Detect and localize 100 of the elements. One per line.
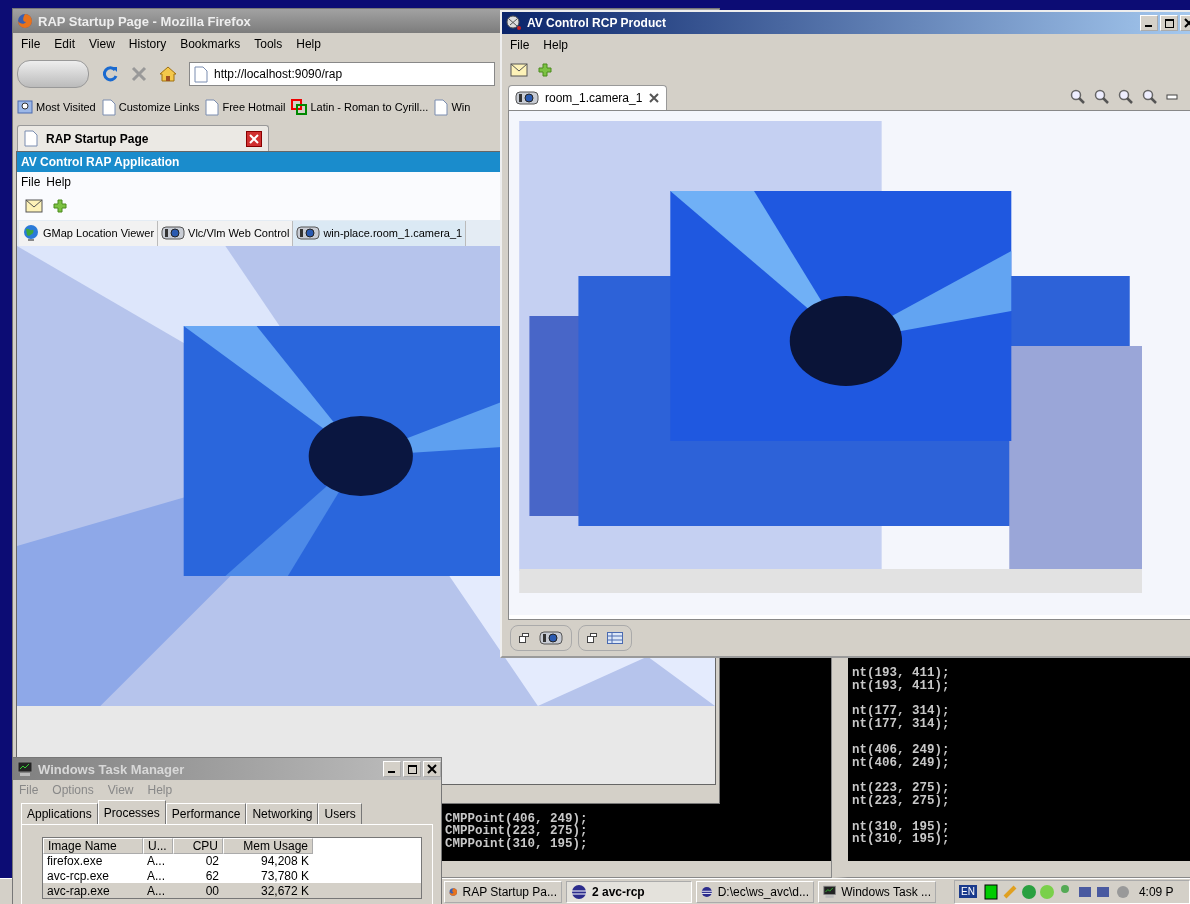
browser-tab[interactable]: RAP Startup Page: [17, 125, 269, 151]
tab[interactable]: Processes: [97, 800, 166, 824]
page-icon: [101, 98, 116, 116]
magnifier-icon[interactable]: [1118, 89, 1134, 105]
table-cell-text: firefox.exe: [46, 853, 104, 868]
envelope-icon[interactable]: [510, 63, 528, 77]
console-line: CMPPoint(406, 249);: [445, 812, 589, 826]
bookmark-link[interactable]: Customize Links: [101, 98, 200, 116]
maximize-icon: [407, 764, 417, 774]
table-cell-text: 73,780 K: [259, 868, 310, 883]
window-title: Windows Task Manager: [38, 761, 185, 777]
sphere-icon: [571, 883, 587, 900]
envelope-icon[interactable]: [25, 199, 43, 213]
table-cell-text: A...: [146, 883, 166, 898]
page-icon: [205, 98, 220, 116]
folder-icon: [17, 100, 33, 114]
monitor-icon: [823, 883, 837, 900]
bookmark-link[interactable]: Free Hotmail: [205, 98, 286, 116]
maximize-button[interactable]: [403, 761, 421, 777]
page-icon: [24, 130, 38, 147]
restore-icon[interactable]: [587, 633, 597, 643]
minimize-button[interactable]: [383, 761, 401, 777]
menu-item[interactable]: Bookmarks: [180, 37, 241, 51]
console-line: nt(193, 411);: [852, 679, 951, 693]
restore-icon[interactable]: [519, 633, 529, 643]
minimize-button[interactable]: [1140, 15, 1158, 31]
taskbar-button[interactable]: D:\ec\ws_avc\d...: [696, 880, 814, 903]
console-line: nt(177, 314);: [852, 718, 951, 731]
tab[interactable]: Users: [318, 803, 362, 824]
taskbar-button[interactable]: RAP Startup Pa...: [444, 880, 562, 903]
camera-icon: [296, 225, 321, 241]
close-icon[interactable]: [648, 91, 661, 104]
table-cell-text: 02: [204, 853, 220, 868]
table-cell-text: avc-rap.exe: [46, 883, 111, 898]
console-line: nt(310, 195);: [852, 833, 951, 847]
column-header[interactable]: CPU: [173, 838, 223, 854]
console-line: nt(223, 275);: [852, 794, 951, 808]
language-indicator[interactable]: EN: [959, 885, 977, 898]
bookmark-link[interactable]: Most Visited: [17, 100, 96, 114]
window-title: RAP Startup Page - Mozilla Firefox: [38, 13, 251, 29]
clock: 4:09 P: [1138, 884, 1174, 899]
maximize-button[interactable]: [1160, 15, 1178, 31]
magnifier-icon[interactable]: [1094, 89, 1110, 105]
column-header[interactable]: U...: [143, 838, 173, 854]
menu-item[interactable]: View: [89, 37, 115, 51]
tab[interactable]: Performance: [165, 803, 247, 824]
table-cell-text: 32,672 K: [259, 883, 310, 898]
menu-item[interactable]: Tools: [254, 37, 283, 51]
squares-icon: [291, 99, 308, 115]
menu-item[interactable]: Help: [296, 37, 321, 51]
table-row[interactable]: avc-rap.exe A... 00 32,672 K: [43, 883, 421, 898]
console-line: nt(406, 249);: [852, 756, 951, 770]
column-header[interactable]: Mem Usage: [223, 838, 313, 854]
taskbar-button[interactable]: 2 avc-rcp: [566, 880, 692, 903]
menu-item[interactable]: Help: [46, 175, 72, 189]
console-line: nt(406, 249);: [852, 743, 951, 757]
menu-item[interactable]: History: [128, 37, 167, 51]
menu-item[interactable]: Help: [543, 38, 569, 52]
view-tab[interactable]: Vlc/Vlm Web Control: [158, 220, 294, 246]
view-tab[interactable]: GMap Location Viewer: [19, 220, 159, 246]
bookmark-link[interactable]: Latin - Roman to Cyrill...: [291, 99, 429, 115]
address-field[interactable]: http://localhost:9090/rap: [189, 62, 495, 86]
fast-view-bar[interactable]: [578, 625, 632, 651]
camera-icon: [539, 630, 563, 646]
app-title: AV Control RAP Application: [21, 155, 180, 169]
console-line: nt(193, 411);: [852, 667, 951, 680]
tab[interactable]: Applications: [21, 803, 98, 824]
window-title: AV Control RCP Product: [527, 16, 666, 30]
table-icon[interactable]: [607, 632, 623, 644]
minimize-icon[interactable]: [1166, 93, 1178, 101]
table-cell-text: 00: [204, 883, 220, 898]
table-cell-text: avc-rcp.exe: [46, 868, 111, 883]
menu-item[interactable]: File: [21, 37, 41, 51]
taskbar-button[interactable]: Windows Task ...: [818, 880, 936, 903]
menu-item[interactable]: File: [21, 175, 41, 189]
reload-icon[interactable]: [101, 65, 119, 83]
table-row[interactable]: firefox.exe A... 02 94,208 K: [43, 853, 421, 868]
menu-item[interactable]: File: [510, 38, 530, 52]
bookmark-link[interactable]: Win: [434, 98, 471, 116]
view-tab[interactable]: win-place.room_1.camera_1: [293, 220, 467, 246]
console-line: nt(310, 195);: [852, 820, 951, 834]
home-icon[interactable]: [159, 66, 177, 82]
table-row[interactable]: avc-rcp.exe A... 62 73,780 K: [43, 868, 421, 883]
camera-icon: [515, 89, 539, 106]
plus-icon[interactable]: [53, 199, 67, 213]
view-tab[interactable]: room_1.camera_1: [508, 84, 668, 110]
magnifier-icon[interactable]: [1142, 89, 1158, 105]
scrollbar[interactable]: [848, 861, 1190, 877]
menu-item[interactable]: Edit: [54, 37, 76, 51]
camera-icon: [161, 225, 186, 241]
console-line: CMPPoint(223, 275);: [445, 825, 589, 839]
app-icon: [506, 15, 522, 31]
tab[interactable]: Networking: [246, 803, 319, 824]
page-icon: [194, 65, 208, 83]
scrollbar[interactable]: [441, 861, 831, 877]
fast-view-bar[interactable]: [510, 625, 572, 651]
page-icon: [434, 98, 449, 116]
table-cell-text: 62: [204, 868, 220, 883]
magnifier-icon[interactable]: [1070, 89, 1086, 105]
column-header[interactable]: Image Name: [43, 838, 143, 854]
